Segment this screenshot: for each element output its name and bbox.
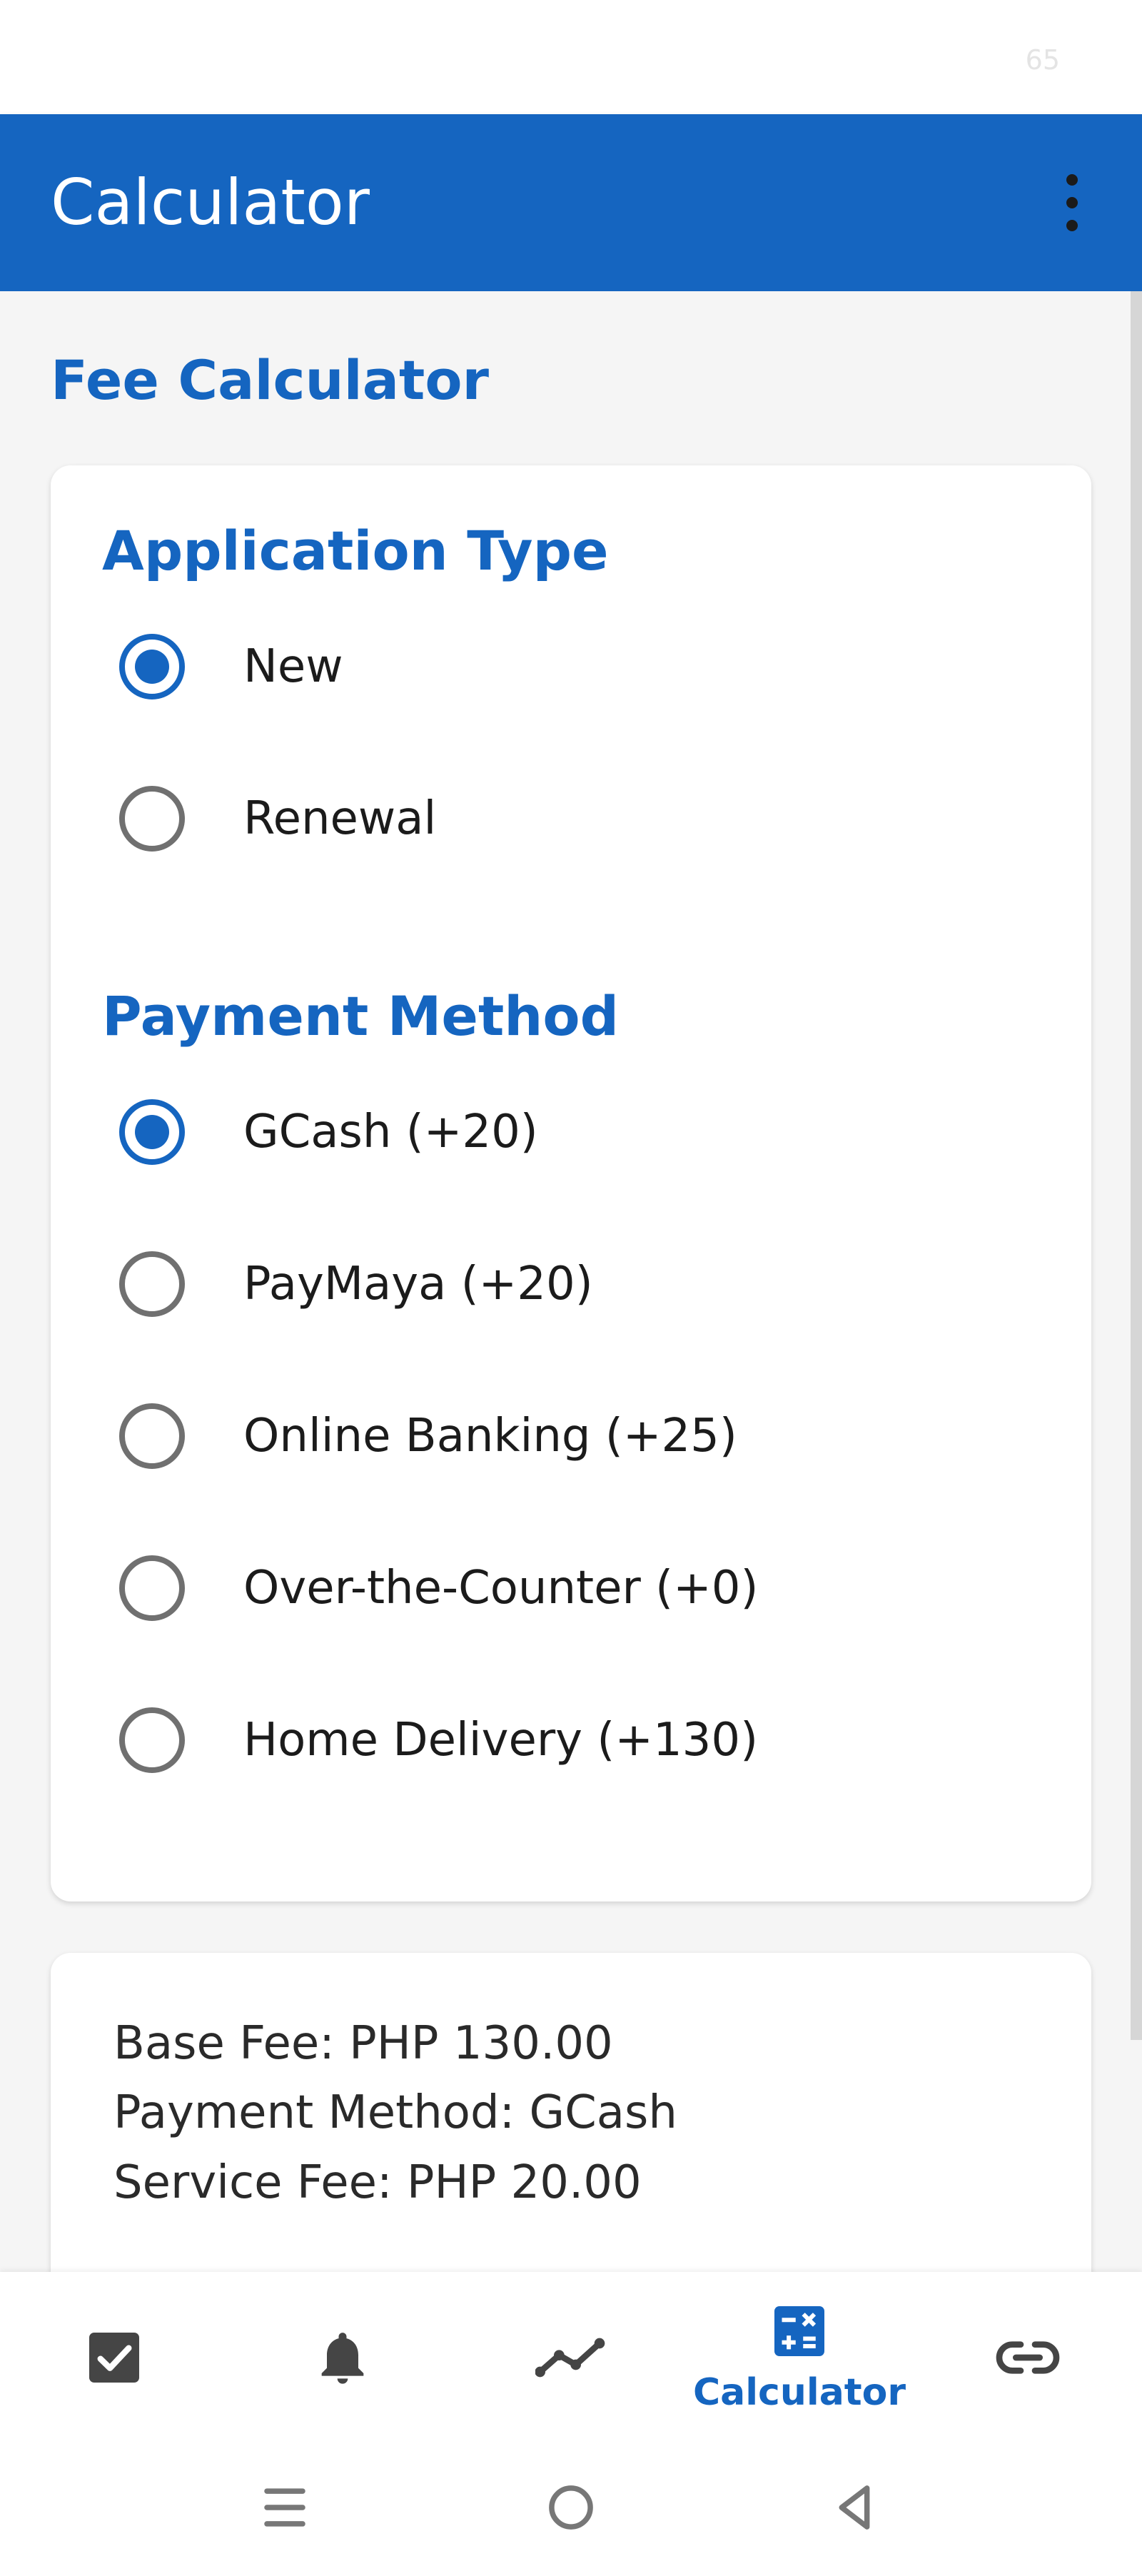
radio-label: New (243, 640, 343, 693)
main-content: Fee Calculator Application Type New Rene… (0, 291, 1142, 2324)
nav-item-calculator[interactable]: Calculator (685, 2272, 914, 2443)
payment-method-title: Payment Method (102, 984, 620, 1048)
calculator-icon (774, 2306, 824, 2356)
base-fee-text: Base Fee: PHP 130.00 (113, 2017, 613, 2070)
radio-unchecked-icon[interactable] (119, 1555, 185, 1621)
link-icon (996, 2341, 1060, 2374)
application-type-title: Application Type (102, 519, 609, 582)
nav-item-notifications[interactable] (228, 2272, 457, 2443)
system-nav-bar (0, 2443, 1142, 2576)
radio-option-renewal[interactable]: Renewal (119, 776, 1047, 862)
nav-label-calculator: Calculator (692, 2371, 906, 2414)
payment-method-text: Payment Method: GCash (113, 2086, 677, 2139)
radio-label: PayMaya (+20) (243, 1258, 593, 1310)
app-bar: Calculator (0, 114, 1142, 291)
radio-label: Over-the-Counter (+0) (243, 1562, 759, 1615)
radio-option-new[interactable]: New (119, 624, 1047, 709)
status-text: 65 (1025, 44, 1060, 76)
nav-item-trends[interactable] (457, 2272, 685, 2443)
nav-item-links[interactable] (914, 2272, 1142, 2443)
options-card: Application Type New Renewal Payment Met… (51, 465, 1091, 1901)
radio-checked-icon[interactable] (119, 1099, 185, 1165)
radio-label: Home Delivery (+130) (243, 1714, 759, 1767)
radio-checked-icon[interactable] (119, 634, 185, 699)
service-fee-text: Service Fee: PHP 20.00 (113, 2156, 642, 2209)
radio-option-online-banking[interactable]: Online Banking (+25) (119, 1393, 1047, 1479)
radio-option-over-the-counter[interactable]: Over-the-Counter (+0) (119, 1545, 1047, 1631)
radio-option-gcash[interactable]: GCash (+20) (119, 1089, 1047, 1175)
summary-card: Base Fee: PHP 130.00 Payment Method: GCa… (51, 1953, 1091, 2324)
recents-icon[interactable] (249, 2472, 320, 2543)
nav-item-tasks[interactable] (0, 2272, 228, 2443)
radio-label: GCash (+20) (243, 1106, 538, 1158)
bottom-nav: Calculator (0, 2272, 1142, 2443)
radio-unchecked-icon[interactable] (119, 786, 185, 852)
home-icon[interactable] (535, 2472, 607, 2543)
radio-label: Online Banking (+25) (243, 1410, 737, 1463)
radio-label: Renewal (243, 792, 437, 845)
page-title: Fee Calculator (51, 348, 490, 412)
app-title: Calculator (51, 166, 370, 239)
scrollbar[interactable] (1131, 291, 1142, 2040)
radio-option-home-delivery[interactable]: Home Delivery (+130) (119, 1697, 1047, 1783)
trend-line-icon (535, 2338, 605, 2378)
radio-unchecked-icon[interactable] (119, 1403, 185, 1469)
back-icon[interactable] (819, 2472, 891, 2543)
radio-unchecked-icon[interactable] (119, 1707, 185, 1773)
checkbox-icon (89, 2333, 139, 2383)
radio-option-paymaya[interactable]: PayMaya (+20) (119, 1241, 1047, 1327)
bell-icon (321, 2333, 364, 2384)
radio-unchecked-icon[interactable] (119, 1251, 185, 1317)
status-bar: 65 (0, 0, 1142, 114)
more-vert-icon[interactable] (1053, 174, 1091, 231)
